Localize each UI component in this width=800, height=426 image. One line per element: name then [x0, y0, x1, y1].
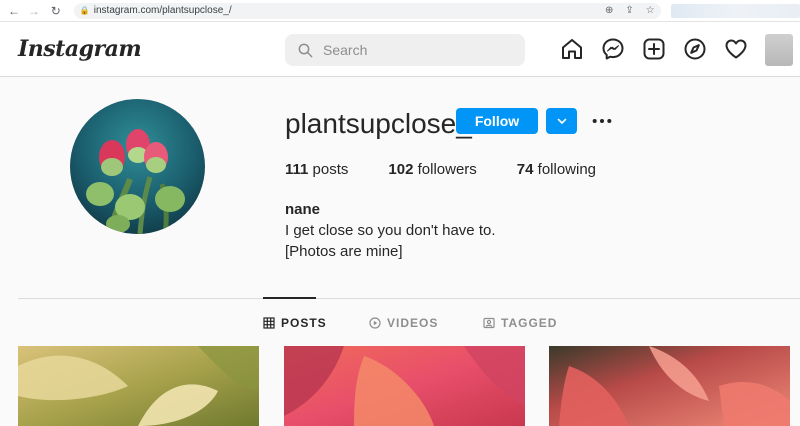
user-avatar[interactable]	[765, 34, 793, 66]
post-thumbnail[interactable]	[18, 346, 259, 426]
followers-stat[interactable]: 102 followers	[388, 161, 476, 178]
star-icon[interactable]: ☆	[646, 5, 655, 16]
post-thumbnail[interactable]	[284, 346, 525, 426]
lock-icon: 🔒	[79, 6, 90, 15]
bio-line-1: I get close so you don't have to.	[285, 222, 496, 239]
top-navigation-bar: Instagram	[0, 22, 800, 77]
bio-line-2: [Photos are mine]	[285, 243, 403, 260]
messenger-icon[interactable]	[601, 37, 625, 61]
video-play-icon	[369, 317, 381, 329]
instagram-logo[interactable]: Instagram	[18, 36, 142, 62]
following-count: 74	[516, 161, 534, 178]
tagged-user-icon	[483, 317, 495, 329]
follow-button[interactable]: Follow	[456, 108, 538, 134]
explore-compass-icon[interactable]	[683, 37, 707, 61]
share-icon[interactable]: ⇪	[625, 5, 633, 16]
profile-bio: nane I get close so you don't have to. […	[285, 199, 496, 262]
tab-posts[interactable]: POSTS	[263, 316, 327, 330]
profile-picture[interactable]	[70, 99, 205, 234]
tab-tagged[interactable]: TAGGED	[483, 316, 557, 330]
address-bar[interactable]: 🔒 instagram.com/plantsupclose_/ ⊕ ⇪ ☆	[73, 2, 661, 19]
profile-username: plantsupclose_	[285, 108, 472, 139]
profile-stats: 111 posts 102 followers 74 following	[285, 161, 636, 178]
post-thumbnail[interactable]	[549, 346, 790, 426]
grid-icon	[263, 317, 275, 329]
followers-count: 102	[388, 161, 414, 178]
search-icon	[298, 43, 313, 58]
more-options-icon[interactable]	[590, 110, 614, 132]
back-arrow-icon[interactable]: ←	[6, 3, 22, 19]
tab-videos[interactable]: VIDEOS	[369, 316, 438, 330]
tab-posts-label: POSTS	[281, 316, 327, 330]
search-box[interactable]	[285, 34, 525, 66]
posts-stat: 111 posts	[285, 161, 348, 178]
posts-count: 111	[285, 161, 309, 178]
following-label: following	[537, 161, 597, 178]
browser-toolbar: ← → ↻ 🔒 instagram.com/plantsupclose_/ ⊕ …	[0, 0, 800, 22]
search-input[interactable]	[323, 42, 503, 58]
following-stat[interactable]: 74 following	[517, 161, 596, 178]
reload-icon[interactable]: ↻	[48, 3, 64, 19]
home-icon[interactable]	[560, 37, 584, 61]
profile-display-name: nane	[285, 201, 321, 218]
active-tab-indicator	[263, 297, 316, 299]
zoom-icon[interactable]: ⊕	[605, 5, 613, 16]
suggested-dropdown-button[interactable]	[546, 108, 577, 134]
new-post-icon[interactable]	[642, 37, 666, 61]
url-text[interactable]: instagram.com/plantsupclose_/	[94, 5, 605, 16]
forward-arrow-icon[interactable]: →	[26, 3, 42, 19]
tab-videos-label: VIDEOS	[387, 316, 439, 330]
posts-label: posts	[312, 161, 349, 178]
heart-icon[interactable]	[724, 37, 748, 61]
profile-tabs: POSTS VIDEOS TAGGED	[0, 316, 800, 332]
tabs-divider	[18, 298, 800, 299]
followers-label: followers	[417, 161, 477, 178]
extensions-area[interactable]	[670, 3, 800, 18]
tab-tagged-label: TAGGED	[501, 316, 558, 330]
chevron-down-icon	[557, 118, 566, 124]
